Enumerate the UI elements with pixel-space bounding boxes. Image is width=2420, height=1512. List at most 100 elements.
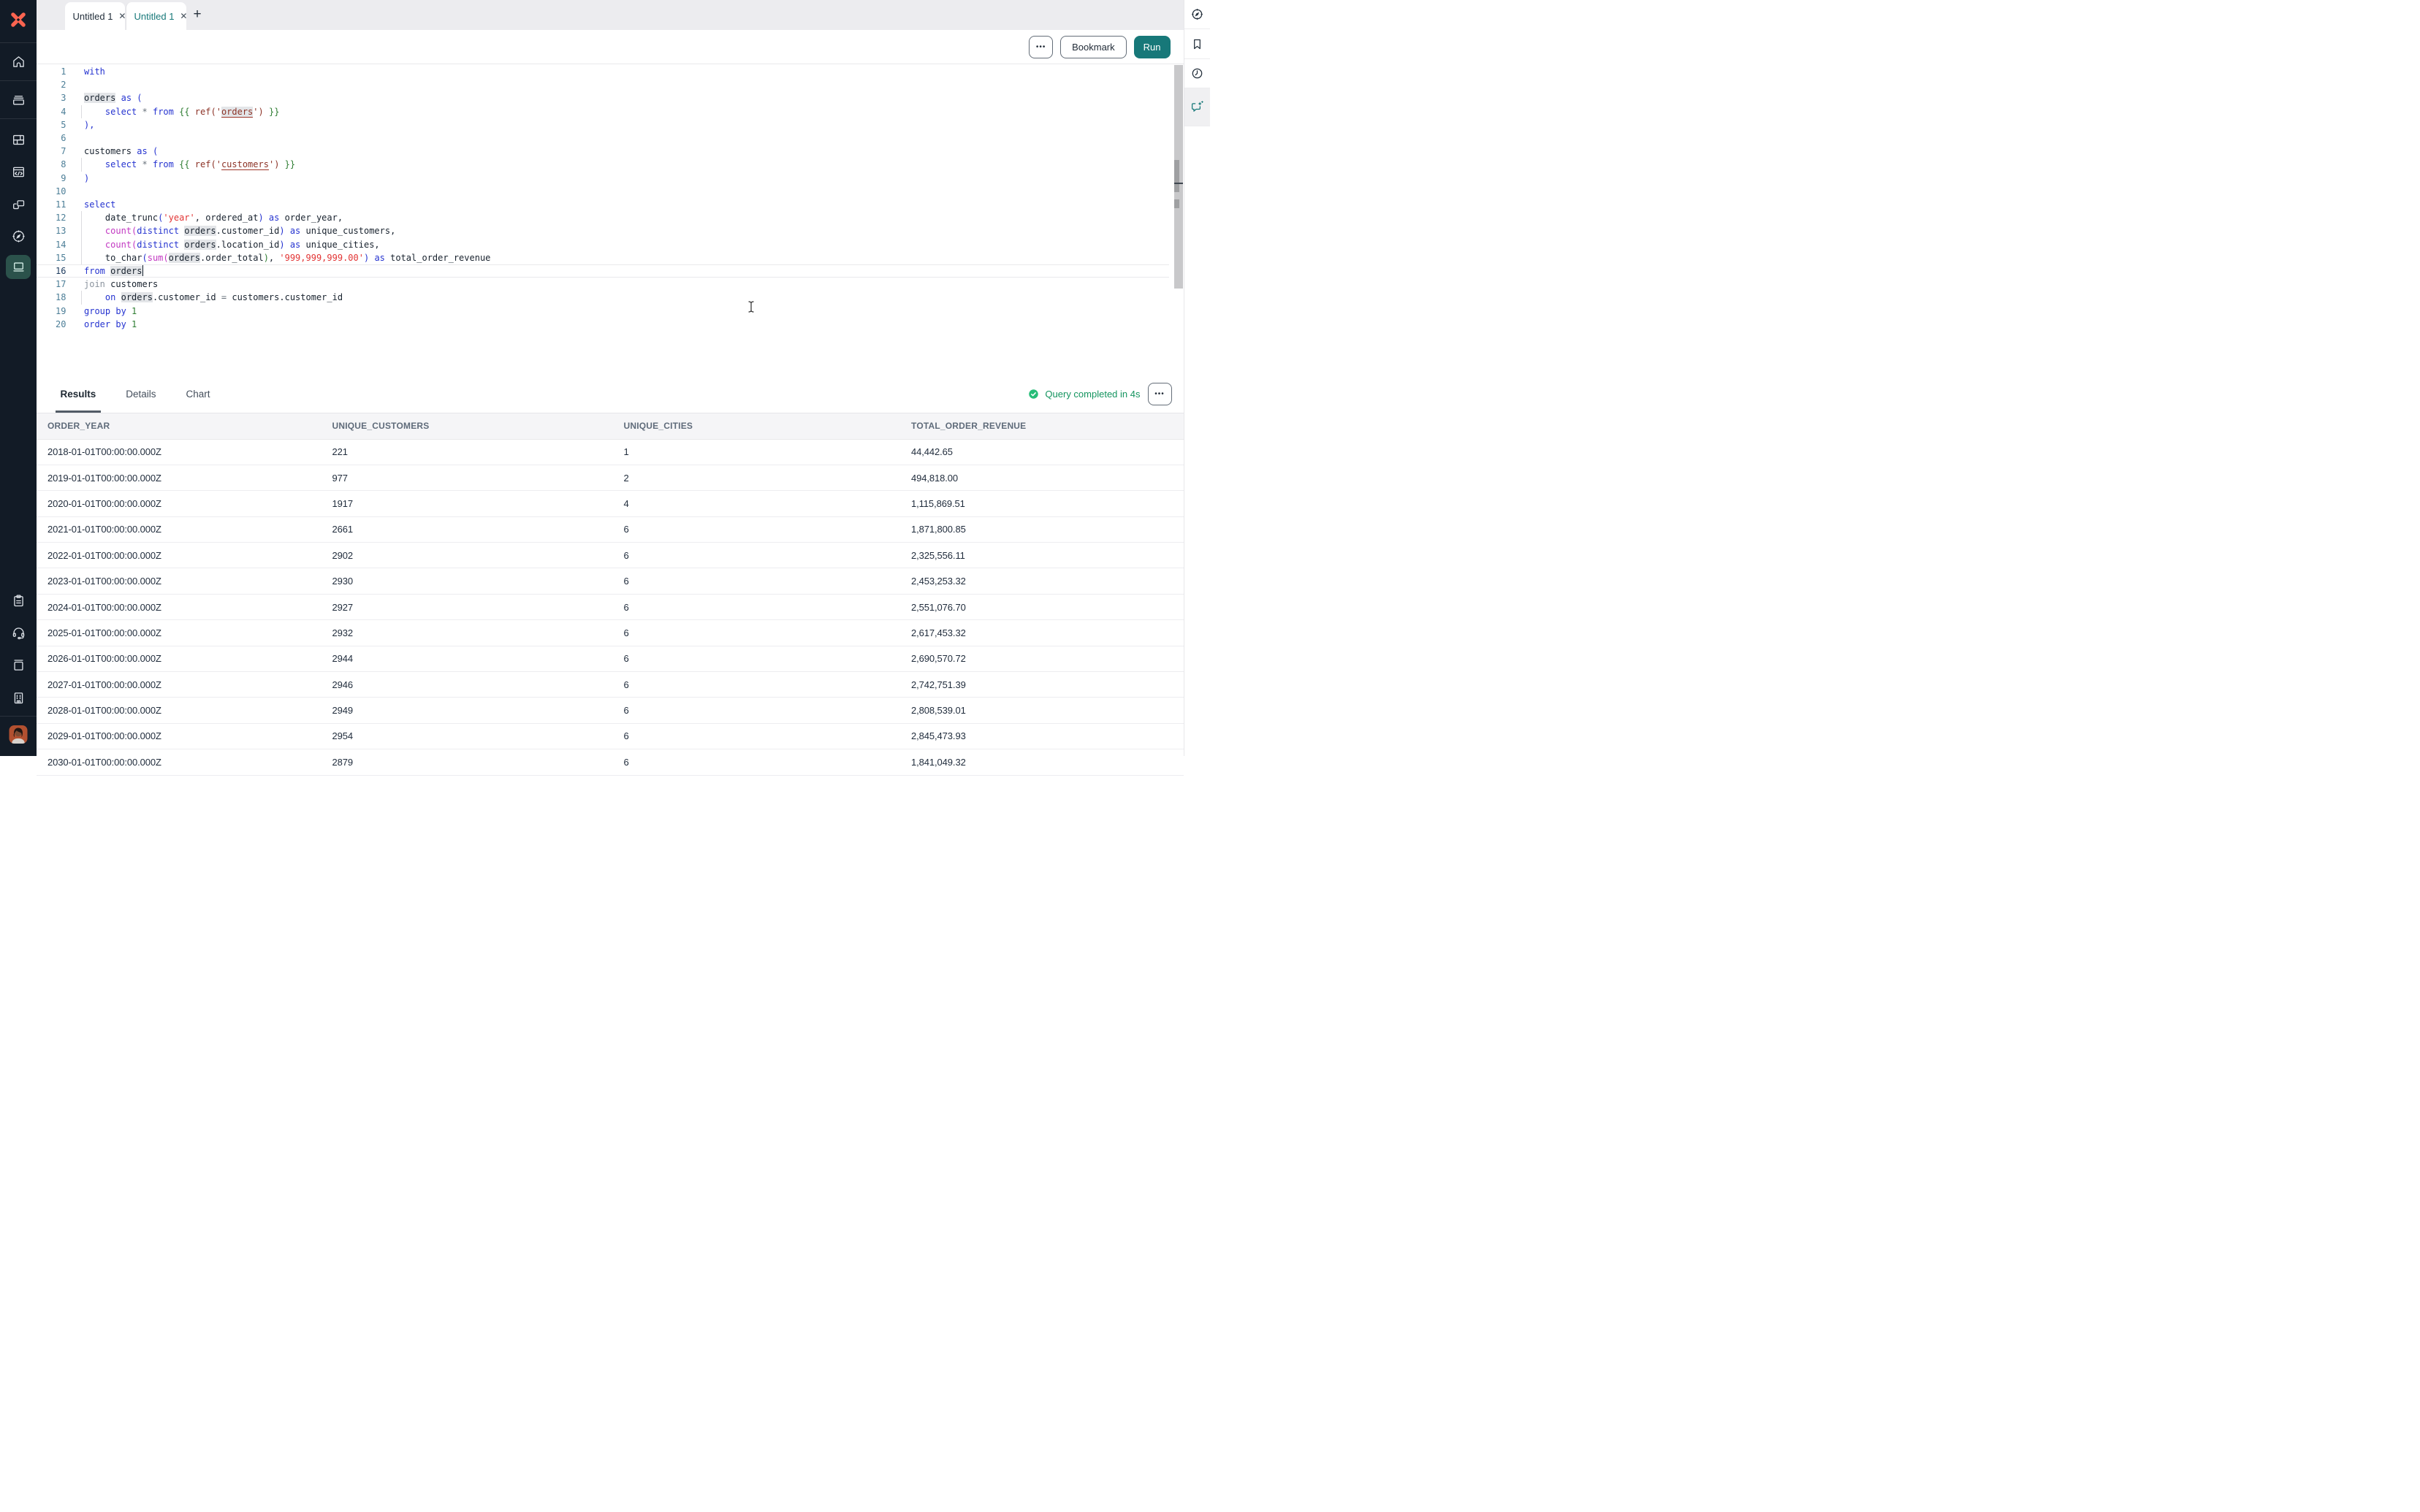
bookmark-button[interactable]: Bookmark [1060, 36, 1127, 58]
scrollbar-mark [1174, 160, 1179, 183]
table-row[interactable]: 2030-01-01T00:00:00.000Z287961,841,049.3… [37, 749, 1184, 775]
table-row[interactable]: 2025-01-01T00:00:00.000Z293262,617,453.3… [37, 620, 1184, 646]
column-header[interactable]: UNIQUE_CUSTOMERS [332, 421, 624, 431]
sidebar-item-home[interactable] [6, 50, 31, 72]
code-text: group by 1 [84, 305, 137, 318]
line-number: 4 [37, 105, 66, 118]
hex-logo-icon[interactable] [7, 9, 29, 31]
code-line[interactable]: 2 [37, 78, 1169, 91]
code-line[interactable]: 15 to_char(sum(orders.order_total), '999… [37, 251, 1169, 264]
run-button[interactable]: Run [1134, 36, 1171, 58]
sidebar-item-compute[interactable] [6, 255, 31, 279]
compass-icon [1190, 7, 1204, 21]
code-line[interactable]: 10 [37, 185, 1169, 198]
line-number: 3 [37, 91, 66, 104]
table-cell: 1,871,800.85 [911, 524, 1184, 535]
table-cell: 2949 [332, 705, 624, 716]
more-options-button[interactable]: ••• [1029, 36, 1053, 58]
sidebar-item-apps[interactable] [6, 129, 31, 151]
close-icon[interactable]: ✕ [118, 12, 126, 20]
code-line[interactable]: 4 select * from {{ ref('orders') }} [37, 105, 1169, 118]
sidebar-item-projects[interactable] [6, 88, 31, 110]
code-text: select * from {{ ref('orders') }} [84, 105, 279, 118]
code-line[interactable]: 11select [37, 198, 1169, 211]
close-icon[interactable]: ✕ [180, 12, 187, 20]
table-cell: 2954 [332, 730, 624, 741]
sidebar-item-docs[interactable] [6, 654, 31, 676]
line-number: 2 [37, 78, 66, 91]
table-row[interactable]: 2027-01-01T00:00:00.000Z294662,742,751.3… [37, 672, 1184, 698]
code-line[interactable]: 1with [37, 65, 1169, 78]
table-cell: 1,115,869.51 [911, 498, 1184, 509]
table-cell: 2944 [332, 653, 624, 664]
code-text: customers as ( [84, 145, 158, 158]
sql-editor[interactable]: 1with23orders as (4 select * from {{ ref… [37, 65, 1184, 376]
column-header[interactable]: TOTAL_ORDER_REVENUE [911, 421, 1184, 431]
code-line[interactable]: 16from orders [37, 264, 1169, 278]
table-row[interactable]: 2024-01-01T00:00:00.000Z292762,551,076.7… [37, 595, 1184, 620]
user-avatar[interactable] [9, 725, 28, 744]
tab-label: Untitled 1 [73, 11, 113, 22]
code-line[interactable]: 3orders as ( [37, 91, 1169, 104]
code-line[interactable]: 9) [37, 172, 1169, 185]
code-line[interactable]: 20order by 1 [37, 318, 1169, 331]
sidebar-item-explore[interactable] [6, 226, 31, 248]
column-header[interactable]: ORDER_YEAR [37, 421, 332, 431]
editor-scrollbar[interactable] [1174, 65, 1183, 289]
right-rail [1184, 0, 1211, 756]
tab-untitled-1[interactable]: Untitled 1 ✕ [65, 2, 125, 30]
line-number: 12 [37, 211, 66, 224]
table-row[interactable]: 2019-01-01T00:00:00.000Z9772494,818.00 [37, 465, 1184, 491]
sidebar-divider [0, 80, 37, 81]
rail-item-history[interactable] [1184, 59, 1211, 88]
tab-results[interactable]: Results [56, 376, 102, 413]
tab-untitled-2[interactable]: Untitled 1 ✕ [126, 2, 186, 30]
table-row[interactable]: 2021-01-01T00:00:00.000Z266161,871,800.8… [37, 517, 1184, 543]
table-row[interactable]: 2022-01-01T00:00:00.000Z290262,325,556.1… [37, 543, 1184, 568]
scrollbar-mark [1174, 184, 1179, 192]
code-line[interactable]: 18 on orders.customer_id = customers.cus… [37, 291, 1169, 304]
code-line[interactable]: 8 select * from {{ ref('customers') }} [37, 158, 1169, 171]
cell-toolbar: ••• Bookmark Run [37, 30, 1184, 64]
sidebar-item-organization[interactable] [6, 687, 31, 709]
column-header[interactable]: UNIQUE_CITIES [624, 421, 912, 431]
rail-item-ai-assistant[interactable] [1184, 88, 1211, 126]
new-tab-button[interactable]: + [188, 5, 207, 24]
code-line[interactable]: 7customers as ( [37, 145, 1169, 158]
code-line[interactable]: 5), [37, 118, 1169, 131]
table-cell: 6 [624, 602, 912, 613]
table-cell: 1 [624, 446, 912, 457]
line-number: 5 [37, 118, 66, 131]
building-icon [11, 690, 26, 706]
table-row[interactable]: 2020-01-01T00:00:00.000Z191741,115,869.5… [37, 491, 1184, 516]
table-cell: 2022-01-01T00:00:00.000Z [37, 550, 332, 561]
code-line[interactable]: 13 count(distinct orders.customer_id) as… [37, 224, 1169, 237]
code-text: date_trunc('year', ordered_at) as order_… [84, 211, 343, 224]
table-cell: 6 [624, 730, 912, 741]
tab-chart[interactable]: Chart [181, 376, 216, 413]
table-row[interactable]: 2018-01-01T00:00:00.000Z221144,442.65 [37, 440, 1184, 465]
rail-item-explore[interactable] [1184, 0, 1211, 29]
tab-details[interactable]: Details [121, 376, 161, 413]
sidebar-item-support[interactable] [6, 622, 31, 644]
code-line[interactable]: 17join customers [37, 278, 1169, 291]
table-row[interactable]: 2023-01-01T00:00:00.000Z293062,453,253.3… [37, 568, 1184, 594]
results-table-header: ORDER_YEARUNIQUE_CUSTOMERSUNIQUE_CITIEST… [37, 413, 1184, 440]
results-more-button[interactable]: ••• [1148, 383, 1172, 405]
line-number: 19 [37, 305, 66, 318]
sidebar-item-code[interactable] [6, 161, 31, 183]
code-line[interactable]: 6 [37, 131, 1169, 145]
table-cell: 6 [624, 653, 912, 664]
code-text: ), [84, 118, 94, 131]
sidebar-item-app-builder[interactable] [6, 194, 31, 215]
code-line[interactable]: 12 date_trunc('year', ordered_at) as ord… [37, 211, 1169, 224]
sidebar-item-templates[interactable] [6, 589, 31, 611]
table-row[interactable]: 2029-01-01T00:00:00.000Z295462,845,473.9… [37, 724, 1184, 749]
rail-item-bookmarks[interactable] [1184, 29, 1211, 59]
table-row[interactable]: 2026-01-01T00:00:00.000Z294462,690,570.7… [37, 646, 1184, 672]
code-text: count(distinct orders.customer_id) as un… [84, 224, 395, 237]
code-line[interactable]: 19 group by 1 [37, 305, 1169, 318]
code-area[interactable]: 1with23orders as (4 select * from {{ ref… [37, 65, 1169, 331]
code-line[interactable]: 14 count(distinct orders.location_id) as… [37, 238, 1169, 251]
table-row[interactable]: 2028-01-01T00:00:00.000Z294962,808,539.0… [37, 698, 1184, 723]
